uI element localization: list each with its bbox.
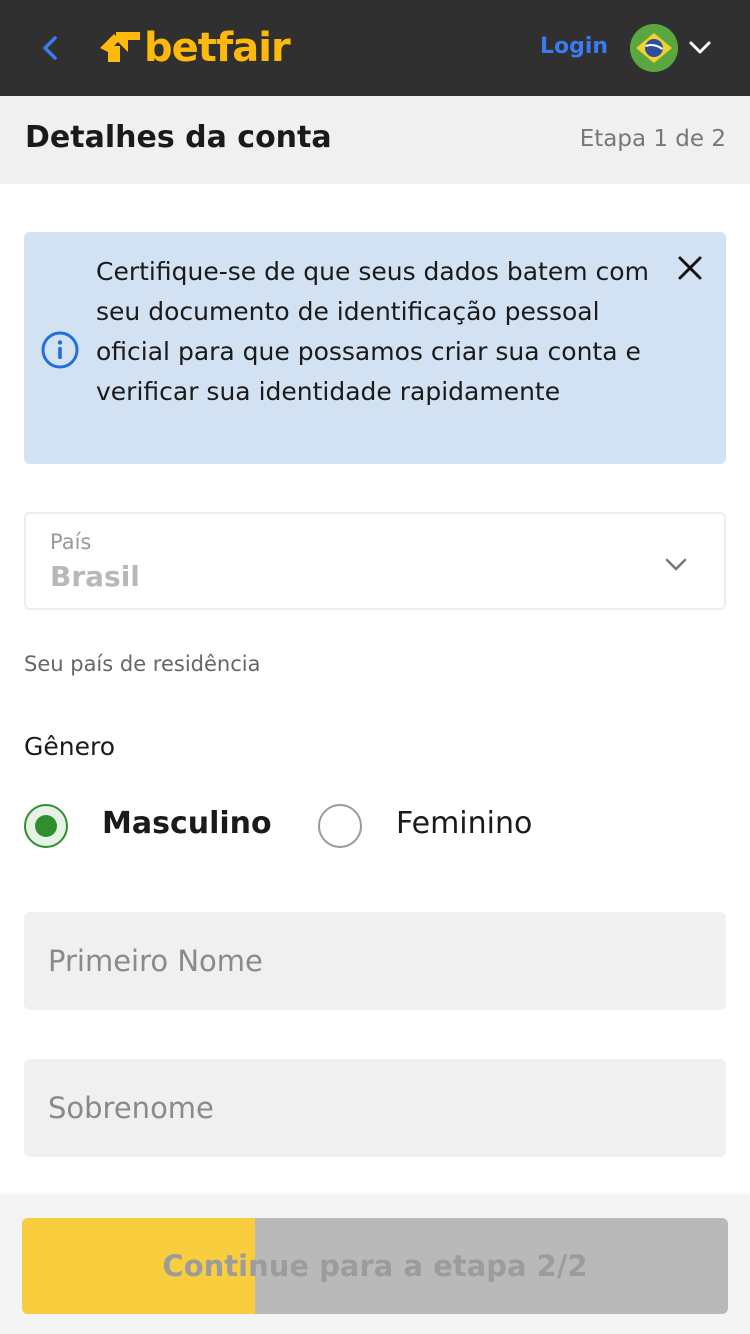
betfair-logo[interactable]: betfair bbox=[100, 24, 291, 72]
chevron-down-icon bbox=[664, 552, 688, 576]
chevron-left-icon bbox=[43, 36, 57, 60]
page-title: Detalhes da conta bbox=[25, 120, 332, 155]
logo-text: betfair bbox=[144, 25, 291, 71]
back-button[interactable] bbox=[30, 28, 70, 68]
country-help-text: Seu país de residência bbox=[24, 652, 261, 676]
country-value: Brasil bbox=[50, 560, 140, 593]
gender-option-masculino-label[interactable]: Masculino bbox=[102, 806, 272, 841]
info-banner-text: Certifique-se de que seus dados batem co… bbox=[96, 257, 649, 406]
country-label: País bbox=[50, 530, 92, 554]
continue-button[interactable]: Continue para a etapa 2/2 bbox=[22, 1218, 728, 1314]
language-dropdown-chevron-icon[interactable] bbox=[688, 36, 712, 60]
last-name-input[interactable] bbox=[24, 1059, 726, 1157]
logo-arrow-icon bbox=[100, 32, 140, 62]
first-name-input[interactable] bbox=[24, 912, 726, 1010]
radio-selected-dot bbox=[35, 815, 57, 837]
country-select[interactable]: País Brasil bbox=[24, 512, 726, 610]
gender-radio-masculino[interactable] bbox=[24, 804, 68, 848]
info-icon bbox=[40, 330, 80, 370]
step-indicator: Etapa 1 de 2 bbox=[579, 126, 726, 152]
account-details-header: Detalhes da conta Etapa 1 de 2 bbox=[0, 96, 750, 184]
brazil-flag-icon[interactable] bbox=[630, 24, 678, 72]
close-icon[interactable] bbox=[676, 254, 704, 282]
gender-label: Gênero bbox=[24, 732, 116, 761]
footer: Continue para a etapa 2/2 bbox=[0, 1196, 750, 1334]
top-bar: betfair Login bbox=[0, 0, 750, 96]
gender-option-feminino-label[interactable]: Feminino bbox=[396, 806, 532, 841]
gender-radio-feminino[interactable] bbox=[318, 804, 362, 848]
continue-button-label: Continue para a etapa 2/2 bbox=[162, 1249, 588, 1283]
info-banner: Certifique-se de que seus dados batem co… bbox=[24, 232, 726, 464]
login-link[interactable]: Login bbox=[540, 34, 608, 59]
